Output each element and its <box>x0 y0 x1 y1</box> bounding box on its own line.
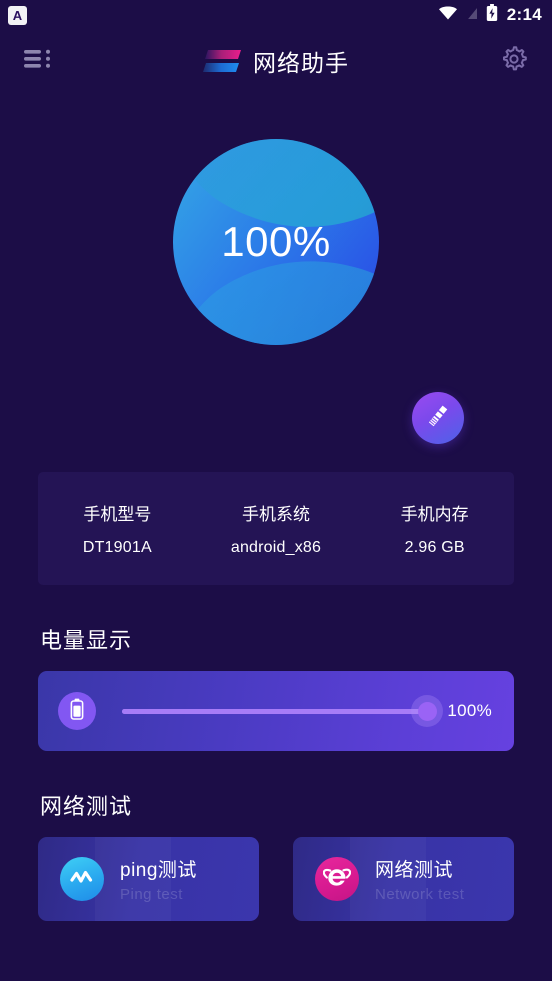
memory-gauge-area: 100% <box>0 92 552 392</box>
ping-test-title: ping测试 <box>120 860 197 881</box>
ping-test-card[interactable]: ping测试 Ping test <box>38 837 259 921</box>
status-bar: A 2:14 <box>0 0 552 30</box>
network-section-heading: 网络测试 <box>40 794 133 819</box>
app-bar: 网络助手 <box>0 30 552 92</box>
device-info-value: android_x86 <box>230 539 322 556</box>
battery-percent-label: 100% <box>447 701 492 720</box>
battery-slider-track[interactable] <box>122 695 444 727</box>
battery-icon <box>70 698 84 725</box>
app-badge-icon: A <box>8 5 27 25</box>
ping-icon-badge <box>60 857 104 901</box>
network-test-card[interactable]: 网络测试 Network test <box>293 837 514 921</box>
network-icon-badge <box>315 857 359 901</box>
battery-charging-icon <box>486 3 498 27</box>
pulse-icon <box>69 867 95 892</box>
clean-button[interactable] <box>412 392 464 444</box>
list-menu-icon <box>24 48 52 75</box>
ping-test-subtitle: Ping test <box>120 886 183 903</box>
device-info-value: DT1901A <box>82 539 152 556</box>
memory-gauge: 100% <box>172 138 380 346</box>
battery-section-heading: 电量显示 <box>40 628 133 653</box>
internet-explorer-icon <box>322 863 352 896</box>
battery-card: 100% <box>38 671 514 751</box>
network-test-text: 网络测试 Network test <box>375 855 464 903</box>
device-info-label: 手机型号 <box>83 505 152 524</box>
broom-icon <box>425 403 451 434</box>
menu-button[interactable] <box>18 41 58 81</box>
battery-icon-badge <box>58 692 96 730</box>
battery-slider-thumb[interactable] <box>411 695 444 727</box>
brand-logo-icon <box>203 48 241 74</box>
memory-gauge-value: 100% <box>221 218 331 265</box>
network-test-row: ping测试 Ping test 网络测试 Network test <box>38 837 514 921</box>
device-info-column-system: 手机系统 android_x86 <box>197 500 356 557</box>
network-test-title: 网络测试 <box>375 860 454 881</box>
battery-slider-fill <box>122 708 428 714</box>
wifi-icon <box>438 5 458 26</box>
device-info-label: 手机系统 <box>242 505 310 524</box>
device-info-column-memory: 手机内存 2.96 GB <box>355 500 514 557</box>
settings-button[interactable] <box>494 41 534 81</box>
device-info-column-model: 手机型号 DT1901A <box>38 500 197 557</box>
status-bar-time: 2:14 <box>506 5 542 24</box>
ping-test-text: ping测试 Ping test <box>120 855 197 903</box>
signal-off-icon <box>465 4 479 26</box>
status-bar-icons: 2:14 <box>438 3 542 27</box>
device-info-label: 手机内存 <box>400 505 469 524</box>
device-info-card: 手机型号 DT1901A 手机系统 android_x86 手机内存 2.96 … <box>38 472 514 585</box>
network-test-subtitle: Network test <box>375 886 465 903</box>
page-title: 网络助手 <box>253 50 349 76</box>
clean-button-row <box>0 392 552 448</box>
app-bar-title-group: 网络助手 <box>0 44 552 78</box>
gear-icon <box>499 44 529 79</box>
device-info-value: 2.96 GB <box>404 539 465 556</box>
